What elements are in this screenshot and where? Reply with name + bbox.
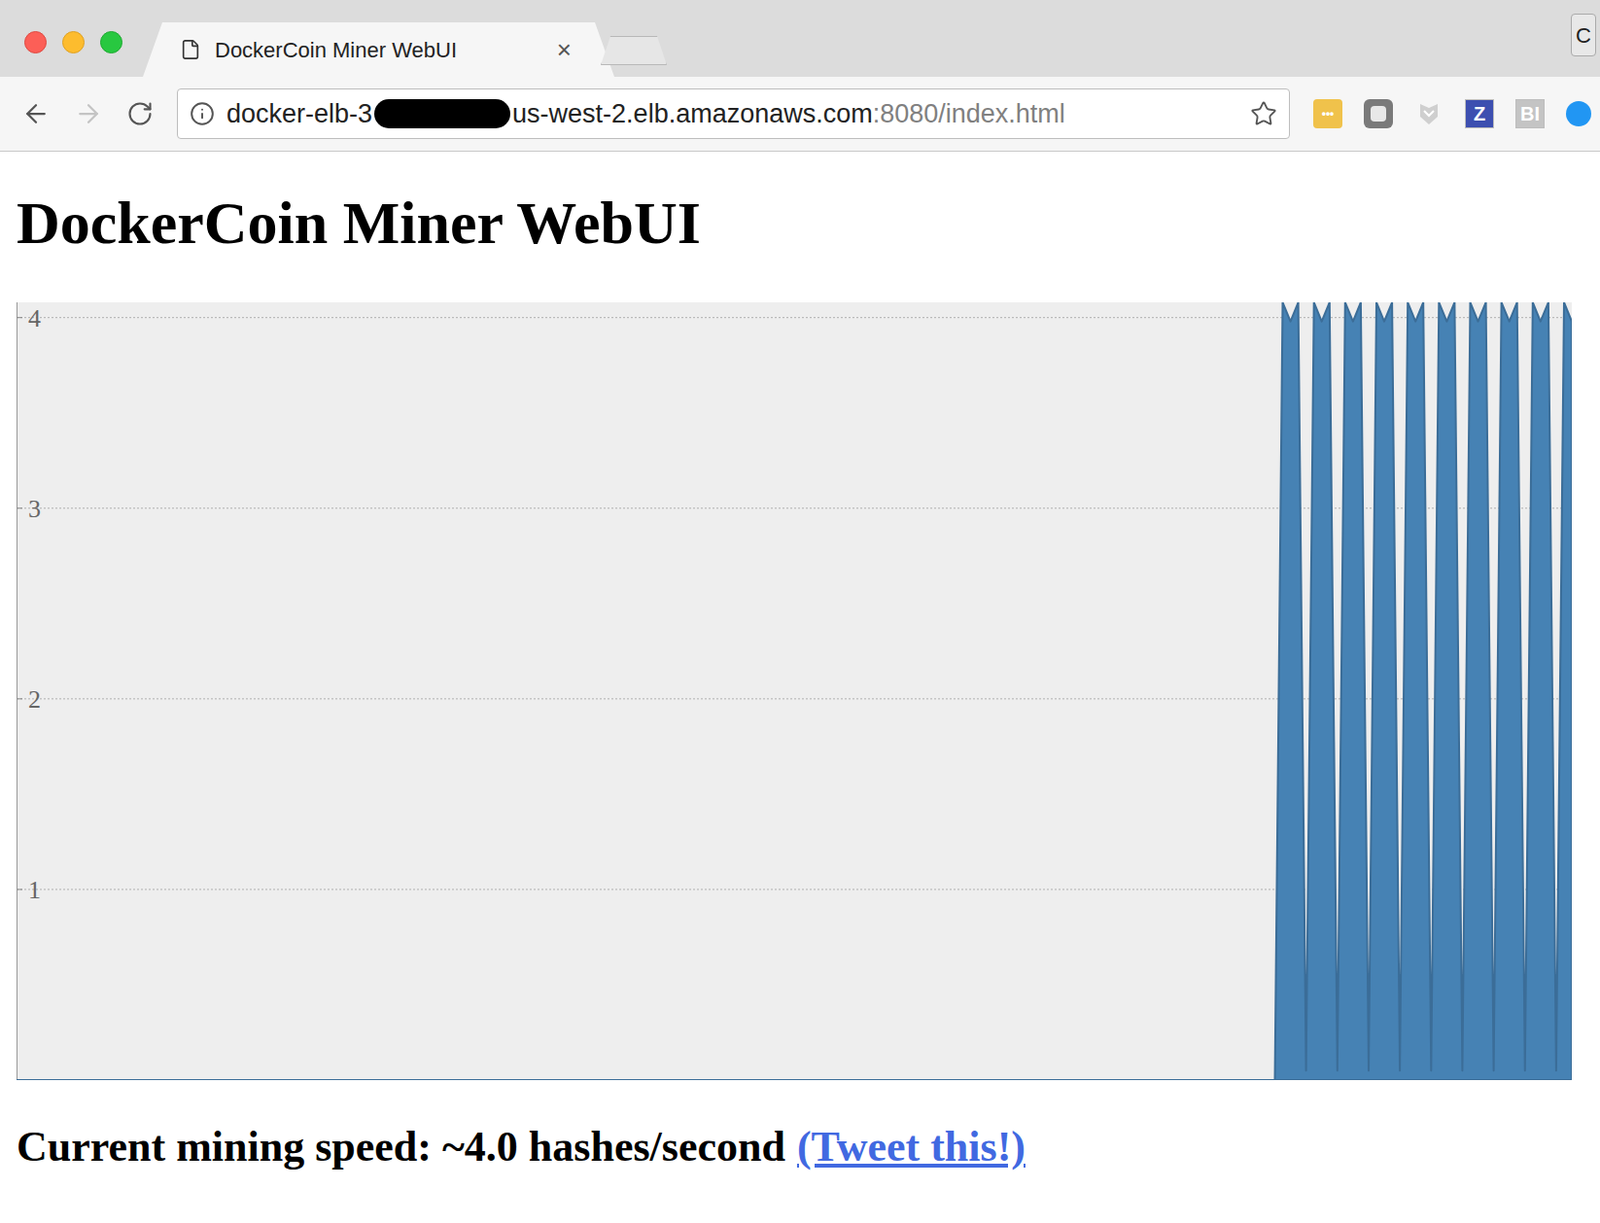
back-arrow-icon[interactable] bbox=[21, 99, 51, 129]
extension-letter-icon[interactable]: BI bbox=[1515, 99, 1545, 129]
info-icon bbox=[189, 101, 215, 127]
extension-square-icon[interactable] bbox=[1363, 99, 1393, 129]
page-icon bbox=[179, 38, 202, 61]
close-window-icon[interactable] bbox=[24, 31, 47, 54]
extension-letter-icon[interactable]: Z bbox=[1464, 99, 1495, 129]
reload-icon[interactable] bbox=[126, 100, 154, 128]
tab-title: DockerCoin Miner WebUI bbox=[214, 34, 544, 67]
extension-circle-icon[interactable] bbox=[1565, 101, 1592, 127]
url: docker-elb-3us-west-2.elb.amazonaws.com:… bbox=[226, 99, 1239, 129]
profile-button[interactable]: C bbox=[1570, 13, 1597, 57]
minimize-window-icon[interactable] bbox=[62, 31, 85, 54]
extension-dots-icon[interactable]: ••• bbox=[1313, 99, 1343, 129]
svg-text:2: 2 bbox=[28, 685, 41, 714]
browser-window: DockerCoin Miner WebUI × Cdocker-elb-3us-w… bbox=[0, 0, 1600, 1223]
tab-close-button[interactable]: × bbox=[556, 36, 572, 63]
hash-rate-chart: 1 2 3 4 bbox=[16, 302, 1572, 1080]
hash-rate-area bbox=[16, 302, 1572, 1080]
extension-shield-icon[interactable] bbox=[1414, 99, 1444, 129]
address-bar[interactable]: docker-elb-3us-west-2.elb.amazonaws.com:… bbox=[176, 88, 1290, 140]
y-axis-tick: 2 bbox=[16, 685, 1572, 714]
tab-bar: DockerCoin Miner WebUI × C bbox=[0, 0, 1600, 77]
toolbar: docker-elb-3us-west-2.elb.amazonaws.com:… bbox=[0, 76, 1600, 152]
forward-arrow-icon[interactable] bbox=[73, 99, 104, 129]
page-content: DockerCoin Miner WebUI 1 2 3 4 Current mining… bbox=[0, 151, 1600, 1173]
extensions: ••• Z BI bbox=[1313, 99, 1592, 129]
tweet-link[interactable]: (Tweet this!) bbox=[797, 1122, 1026, 1171]
redaction-mark bbox=[374, 99, 511, 129]
y-axis-tick: 4 bbox=[16, 304, 1572, 333]
maximize-window-icon[interactable] bbox=[100, 31, 123, 54]
svg-text:3: 3 bbox=[28, 494, 41, 523]
bookmark-star-icon[interactable] bbox=[1250, 100, 1278, 128]
browser-tab[interactable]: DockerCoin Miner WebUI × bbox=[142, 22, 615, 77]
window-controls bbox=[24, 31, 123, 54]
svg-text:4: 4 bbox=[28, 304, 41, 333]
page-heading: DockerCoin Miner WebUI bbox=[16, 188, 1600, 258]
mining-speed: Current mining speed: ~4.0 hashes/second… bbox=[16, 1122, 1600, 1173]
new-tab-button[interactable] bbox=[600, 35, 667, 66]
svg-text:1: 1 bbox=[28, 875, 41, 905]
y-axis-tick: 3 bbox=[16, 494, 1572, 523]
